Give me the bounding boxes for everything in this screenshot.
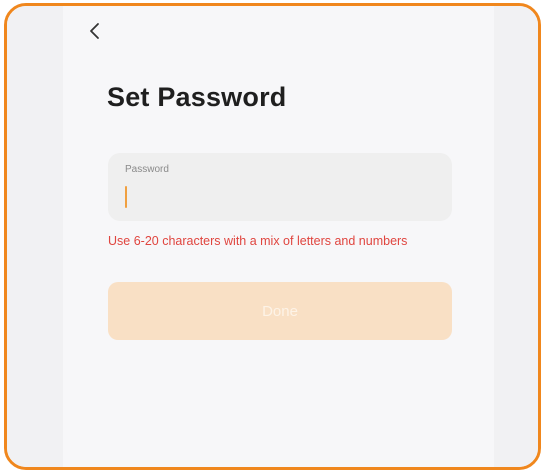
chevron-left-icon — [88, 22, 100, 40]
done-button[interactable]: Done — [108, 282, 452, 340]
page-title: Set Password — [107, 82, 287, 112]
left-margin — [7, 6, 63, 467]
password-field[interactable]: Password — [108, 153, 452, 221]
password-input[interactable] — [125, 183, 435, 211]
password-label: Password — [125, 164, 169, 175]
password-hint: Use 6-20 characters with a mix of letter… — [108, 234, 408, 248]
back-button[interactable] — [81, 18, 107, 44]
app-window: Set Password Password Use 6-20 character… — [4, 3, 541, 470]
right-margin — [494, 6, 538, 467]
